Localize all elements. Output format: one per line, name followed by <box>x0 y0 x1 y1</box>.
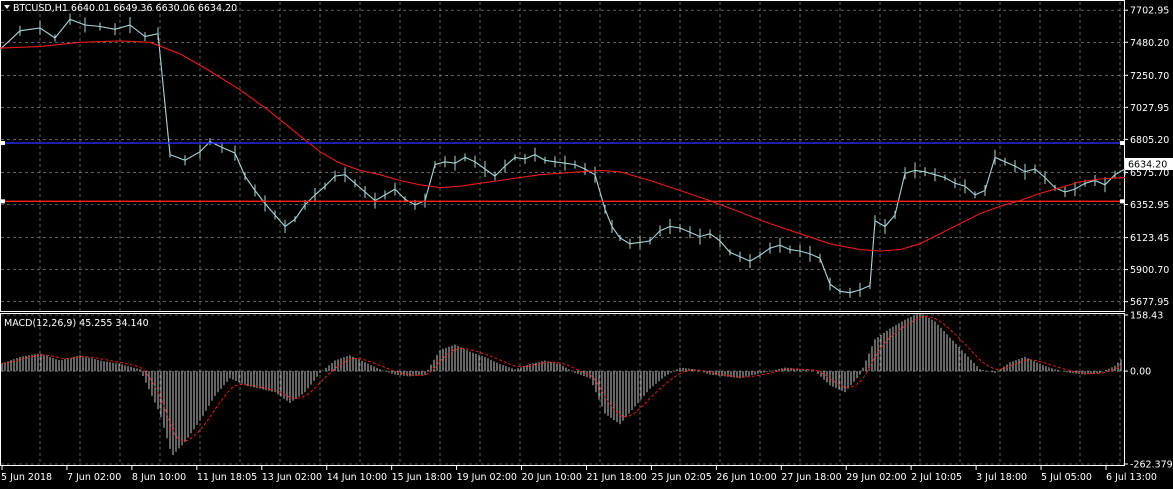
macd-y-axis: 158.43 0.00 -262.379 <box>1124 311 1173 471</box>
macd-header-text: MACD(12,26,9) 45.255 34.140 <box>4 318 149 329</box>
y-tick-label: 6123.45 <box>1130 233 1169 244</box>
level-handle[interactable] <box>1120 141 1124 146</box>
y-tick-label: 5900.70 <box>1130 265 1169 276</box>
x-tick-label: 5 Jun 2018 <box>1 472 52 483</box>
price-header-text: BTCUSD,H1 6640.01 6649.36 6630.06 6634.2… <box>13 3 237 14</box>
x-tick-label: 20 Jun 10:00 <box>522 472 582 483</box>
x-tick-label: 26 Jun 10:00 <box>716 472 776 483</box>
price-header: BTCUSD,H1 6640.01 6649.36 6630.06 6634.2… <box>4 3 237 14</box>
y-tick-label: 6352.95 <box>1130 200 1169 211</box>
x-tick-label: 25 Jun 02:05 <box>651 472 711 483</box>
x-tick-label: 27 Jun 18:00 <box>781 472 841 483</box>
x-tick-label: 6 Jul 13:00 <box>1106 472 1157 483</box>
y-tick-label: 7702.95 <box>1130 6 1169 17</box>
x-tick-label: 21 Jun 18:00 <box>586 472 646 483</box>
x-tick-label: 15 Jun 18:00 <box>392 472 452 483</box>
macd-panel-frame <box>0 313 1125 466</box>
x-tick-label: 8 Jun 10:00 <box>132 472 186 483</box>
y-tick-label: 0.00 <box>1130 367 1151 378</box>
x-tick-label: 29 Jun 02:00 <box>846 472 906 483</box>
chart-canvas: BTCUSD,H1 6640.01 6649.36 6630.06 6634.2… <box>0 0 1173 483</box>
y-tick-label: 6805.20 <box>1130 135 1169 146</box>
x-tick-label: 7 Jun 02:00 <box>67 472 121 483</box>
current-price-label: 6634.20 <box>1128 160 1167 171</box>
level-handle[interactable] <box>1 199 5 204</box>
x-tick-label: 5 Jul 05:00 <box>1041 472 1092 483</box>
y-tick-label: 158.43 <box>1130 311 1163 322</box>
time-axis: 5 Jun 2018 7 Jun 02:00 8 Jun 10:00 11 Jun 1… <box>1 466 1157 483</box>
level-handle[interactable] <box>1 141 5 146</box>
y-tick-label: 5677.95 <box>1130 297 1169 308</box>
x-tick-label: 2 Jul 10:05 <box>911 472 962 483</box>
y-tick-label: 7027.95 <box>1130 103 1169 114</box>
x-tick-label: 13 Jun 02:00 <box>262 472 322 483</box>
current-price-tag: 6634.20 <box>1125 158 1173 171</box>
price-panel-frame <box>0 0 1125 312</box>
y-tick-label: 7250.70 <box>1130 71 1169 82</box>
y-tick-label: -262.379 <box>1130 460 1173 471</box>
x-tick-label: 14 Jun 10:00 <box>327 472 387 483</box>
level-handle[interactable] <box>1120 199 1124 204</box>
x-tick-label: 3 Jul 18:00 <box>976 472 1027 483</box>
x-tick-label: 11 Jun 18:05 <box>197 472 257 483</box>
y-tick-label: 7480.20 <box>1130 38 1169 49</box>
x-tick-label: 19 Jun 02:00 <box>457 472 517 483</box>
price-y-axis: 7702.957480.207250.707027.956805.206575.… <box>1124 6 1169 308</box>
